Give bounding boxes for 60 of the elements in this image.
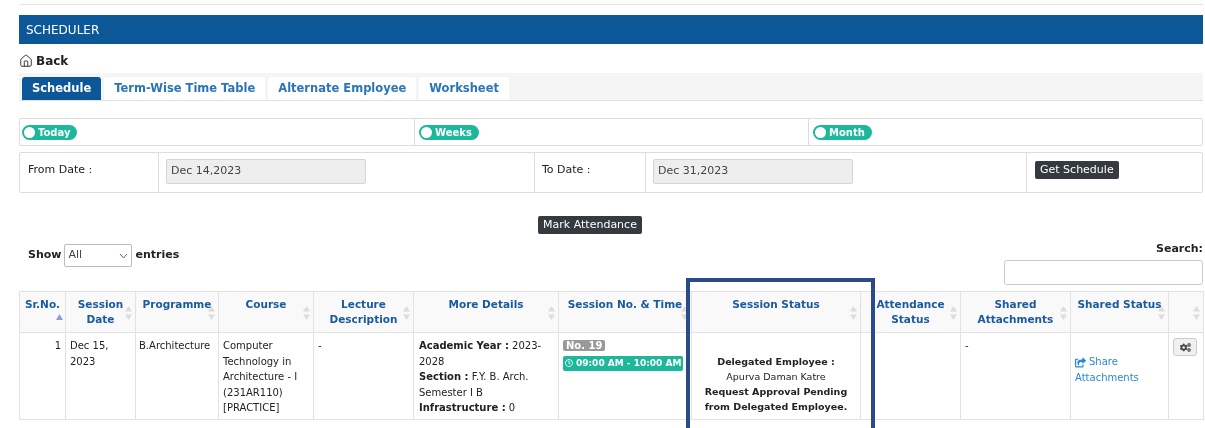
sort-icon [548, 306, 555, 320]
entries-label: entries [135, 247, 180, 264]
tab[interactable]: Alternate Employee [268, 77, 417, 100]
sort-icon [1060, 306, 1067, 320]
sort-icon [1158, 306, 1165, 320]
session-number-badge: No. 19 [563, 340, 606, 351]
sort-icon [950, 306, 957, 320]
header-title: SCHEDULER [26, 21, 100, 39]
status-line: Request Approval Pending from Delegated Employee. [703, 385, 849, 414]
show-label: Show [28, 247, 62, 264]
column-header[interactable]: Attendance Status [860, 291, 961, 333]
search-field[interactable] [1004, 259, 1203, 285]
column-header[interactable]: Session No. & Time [558, 291, 692, 333]
table-cell: - [960, 332, 1071, 419]
settings-button[interactable] [1173, 338, 1197, 356]
table-cell: B.Architecture [135, 332, 219, 419]
column-header[interactable]: More Details [413, 291, 559, 333]
entries-select[interactable]: All [64, 244, 133, 267]
gears-icon [1179, 341, 1191, 353]
column-header[interactable]: Sr.No. [19, 291, 66, 333]
column-header[interactable]: Programme [135, 291, 219, 333]
column-header[interactable]: Lecture Description [313, 291, 414, 333]
back-link[interactable]: Back [36, 52, 69, 70]
table-cell: Computer Technology in Architecture - I (231AR110) [PRACTICE] [218, 332, 314, 419]
mark-attendance-button[interactable]: Mark Attendance [538, 216, 642, 234]
sort-ascending-icon [56, 314, 63, 320]
sort-icon [681, 306, 688, 320]
detail-line: Infrastructure : 0 [419, 401, 517, 415]
column-header[interactable]: Session Date [65, 291, 136, 333]
status-line: Delegated Employee : [716, 355, 836, 369]
detail-line: Academic Year : 2023-2028 [419, 339, 543, 369]
home-icon [19, 54, 33, 68]
session-time-badge: 09:00 AM - 10:00 AM [563, 355, 684, 371]
column-header[interactable]: Course [218, 291, 314, 333]
column-header[interactable]: Shared Attachments [960, 291, 1071, 333]
status-line: Apurva Daman Katre [725, 370, 827, 384]
from-date-field[interactable]: Dec 14,2023 [166, 159, 366, 184]
tab[interactable]: Schedule [22, 77, 102, 100]
sort-icon [403, 306, 410, 320]
get-schedule-button[interactable]: Get Schedule [1035, 161, 1119, 179]
clock-icon [565, 359, 573, 368]
table-cell: - [313, 332, 414, 419]
table-cell: 1 [19, 332, 66, 419]
column-header[interactable]: Session Status [691, 291, 861, 333]
to-date-label: To Date : [542, 163, 591, 176]
column-header[interactable] [1168, 291, 1204, 333]
search-label: Search: [1156, 241, 1203, 257]
from-date-label: From Date : [28, 163, 93, 176]
column-header[interactable]: Shared Status [1070, 291, 1169, 333]
tab[interactable]: Worksheet [419, 77, 509, 100]
tab[interactable]: Term-Wise Time Table [104, 77, 266, 100]
detail-line: Section : F.Y. B. Arch. Semester I B [419, 370, 530, 400]
sort-icon [303, 306, 310, 320]
sort-icon [1193, 306, 1200, 320]
share-icon [1075, 356, 1086, 368]
sort-icon [850, 306, 857, 320]
sort-icon [125, 306, 132, 320]
chevron-down-icon [119, 252, 129, 259]
to-date-field[interactable]: Dec 31,2023 [653, 159, 853, 184]
table-cell: Dec 15, 2023 [65, 332, 136, 419]
